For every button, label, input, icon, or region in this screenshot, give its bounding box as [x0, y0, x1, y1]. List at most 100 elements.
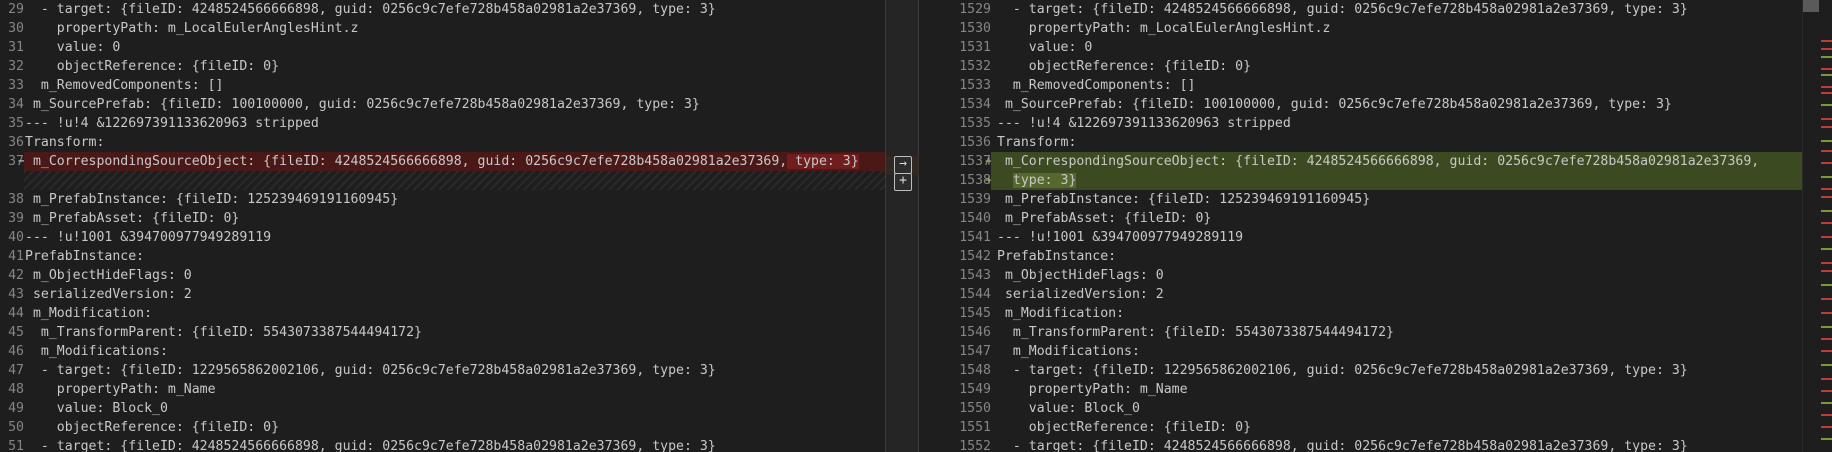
line-number-text: 34	[8, 97, 24, 112]
code-line: m_ObjectHideFlags: 0	[24, 266, 885, 285]
line-number-text: 46	[8, 344, 24, 359]
deletion-marker	[1821, 312, 1832, 314]
line-number: 43	[0, 285, 24, 304]
code-text: m_RemovedComponents: []	[997, 78, 1196, 93]
deletion-marker	[1821, 86, 1832, 88]
code-text: - target: {fileID: 4248524566666898, gui…	[25, 2, 716, 17]
line-number-text: 1534	[959, 97, 991, 112]
code-line: m_TransformParent: {fileID: 554307338754…	[24, 323, 885, 342]
code-text: value: Block_0	[997, 401, 1140, 416]
code-line: PrefabInstance:	[24, 247, 885, 266]
code-text: objectReference: {fileID: 0}	[997, 59, 1252, 74]
revert-plus-icon[interactable]: +	[894, 173, 912, 191]
deletion-marker	[1821, 118, 1832, 120]
addition-marker	[1821, 364, 1832, 366]
code-line: value: 0	[24, 38, 885, 57]
line-number: 34	[0, 95, 24, 114]
code-line: value: 0	[991, 38, 1802, 57]
deletion-marker	[1821, 188, 1832, 190]
addition-marker	[1821, 438, 1832, 440]
code-text: Transform:	[997, 135, 1077, 150]
left-code-area[interactable]: - target: {fileID: 4248524566666898, gui…	[24, 0, 885, 452]
code-text: propertyPath: m_LocalEulerAnglesHint.z	[25, 21, 359, 36]
code-text: value: 0	[25, 40, 121, 55]
code-text: m_Modification:	[25, 306, 153, 321]
line-number: 1550	[919, 399, 991, 418]
code-line: - target: {fileID: 1229565862002106, gui…	[24, 361, 885, 380]
right-diff-pane[interactable]: 1529 1530 1531 1532 1533 1534 1535 1536 1537 +153…	[919, 0, 1802, 452]
line-number: 51	[0, 437, 24, 452]
code-text: m_SourcePrefab: {fileID: 100100000, guid…	[997, 97, 1672, 112]
addition-marker	[1821, 56, 1832, 58]
addition-marker	[1821, 248, 1832, 250]
line-number-text: 49	[8, 401, 24, 416]
revert-arrow-icon[interactable]: →	[894, 156, 912, 174]
code-line: type: 3}	[991, 171, 1802, 190]
line-number: 1531	[919, 38, 991, 57]
line-number-text: 45	[8, 325, 24, 340]
line-number-text: 51	[8, 439, 24, 452]
left-diff-pane[interactable]: 29 30 31 32 33 34 35 36 37− 38 39 40 41 42 43 44 45 46 47 4…	[0, 0, 885, 452]
code-line: m_Modification:	[24, 304, 885, 323]
left-line-numbers: 29 30 31 32 33 34 35 36 37− 38 39 40 41 42 43 44 45 46 47 4…	[0, 0, 26, 452]
line-number: 1542	[919, 247, 991, 266]
line-number: 45	[0, 323, 24, 342]
scroll-thumb[interactable]	[1803, 0, 1819, 12]
code-text: m_CorrespondingSourceObject: {fileID: 42…	[25, 154, 788, 169]
code-line: m_PrefabInstance: {fileID: 1252394691911…	[991, 190, 1802, 209]
deletion-marker	[1821, 390, 1832, 392]
code-line: m_Modifications:	[24, 342, 885, 361]
code-line: m_Modifications:	[991, 342, 1802, 361]
code-line: m_RemovedComponents: []	[24, 76, 885, 95]
code-line: objectReference: {fileID: 0}	[24, 57, 885, 76]
line-number: 1529	[919, 0, 991, 19]
code-line: objectReference: {fileID: 0}	[24, 418, 885, 437]
line-number: 42	[0, 266, 24, 285]
line-number-text: 1549	[959, 382, 991, 397]
line-number-text: 1529	[959, 2, 991, 17]
code-line: m_PrefabInstance: {fileID: 1252394691911…	[24, 190, 885, 209]
line-number: 1552	[919, 437, 991, 452]
line-number-text: 1532	[959, 59, 991, 74]
addition-marker	[1821, 326, 1832, 328]
line-number-text: 39	[8, 211, 24, 226]
code-line: value: Block_0	[991, 399, 1802, 418]
code-text: --- !u!4 &122697391133620963 stripped	[997, 116, 1291, 131]
line-number-text: 42	[8, 268, 24, 283]
line-number: 1534	[919, 95, 991, 114]
line-number: 1543	[919, 266, 991, 285]
deletion-marker	[1821, 48, 1832, 50]
deletion-marker	[1821, 196, 1832, 198]
line-number-text: 1545	[959, 306, 991, 321]
right-code-area[interactable]: - target: {fileID: 4248524566666898, gui…	[991, 0, 1802, 452]
line-number: 1537 +	[919, 152, 993, 171]
line-number: 33	[0, 76, 24, 95]
code-text: propertyPath: m_LocalEulerAnglesHint.z	[997, 21, 1331, 36]
code-line: objectReference: {fileID: 0}	[991, 57, 1802, 76]
deletion-marker	[1821, 126, 1832, 128]
code-text: objectReference: {fileID: 0}	[25, 420, 280, 435]
line-number: 1551	[919, 418, 991, 437]
line-number-text: 1547	[959, 344, 991, 359]
line-number: 1545	[919, 304, 991, 323]
code-line: value: Block_0	[24, 399, 885, 418]
line-number-text: 44	[8, 306, 24, 321]
code-text: PrefabInstance:	[25, 249, 145, 264]
line-number: 1546	[919, 323, 991, 342]
code-line: - target: {fileID: 4248524566666898, gui…	[24, 437, 885, 452]
code-text: m_RemovedComponents: []	[25, 78, 224, 93]
line-number-text: 48	[8, 382, 24, 397]
line-number-text: 1536	[959, 135, 991, 150]
code-line: m_CorrespondingSourceObject: {fileID: 42…	[24, 152, 885, 171]
code-line: m_CorrespondingSourceObject: {fileID: 42…	[991, 152, 1802, 171]
line-number: 32	[0, 57, 24, 76]
code-text: m_Modifications:	[997, 344, 1140, 359]
line-number-text: 1543	[959, 268, 991, 283]
line-number-text: 35	[8, 116, 24, 131]
code-text: - target: {fileID: 4248524566666898, gui…	[25, 439, 716, 452]
line-number-text: 1542	[959, 249, 991, 264]
code-text: m_PrefabAsset: {fileID: 0}	[25, 211, 240, 226]
line-number-text: 1540	[959, 211, 991, 226]
overview-ruler-scrollbar[interactable]	[1802, 0, 1832, 452]
